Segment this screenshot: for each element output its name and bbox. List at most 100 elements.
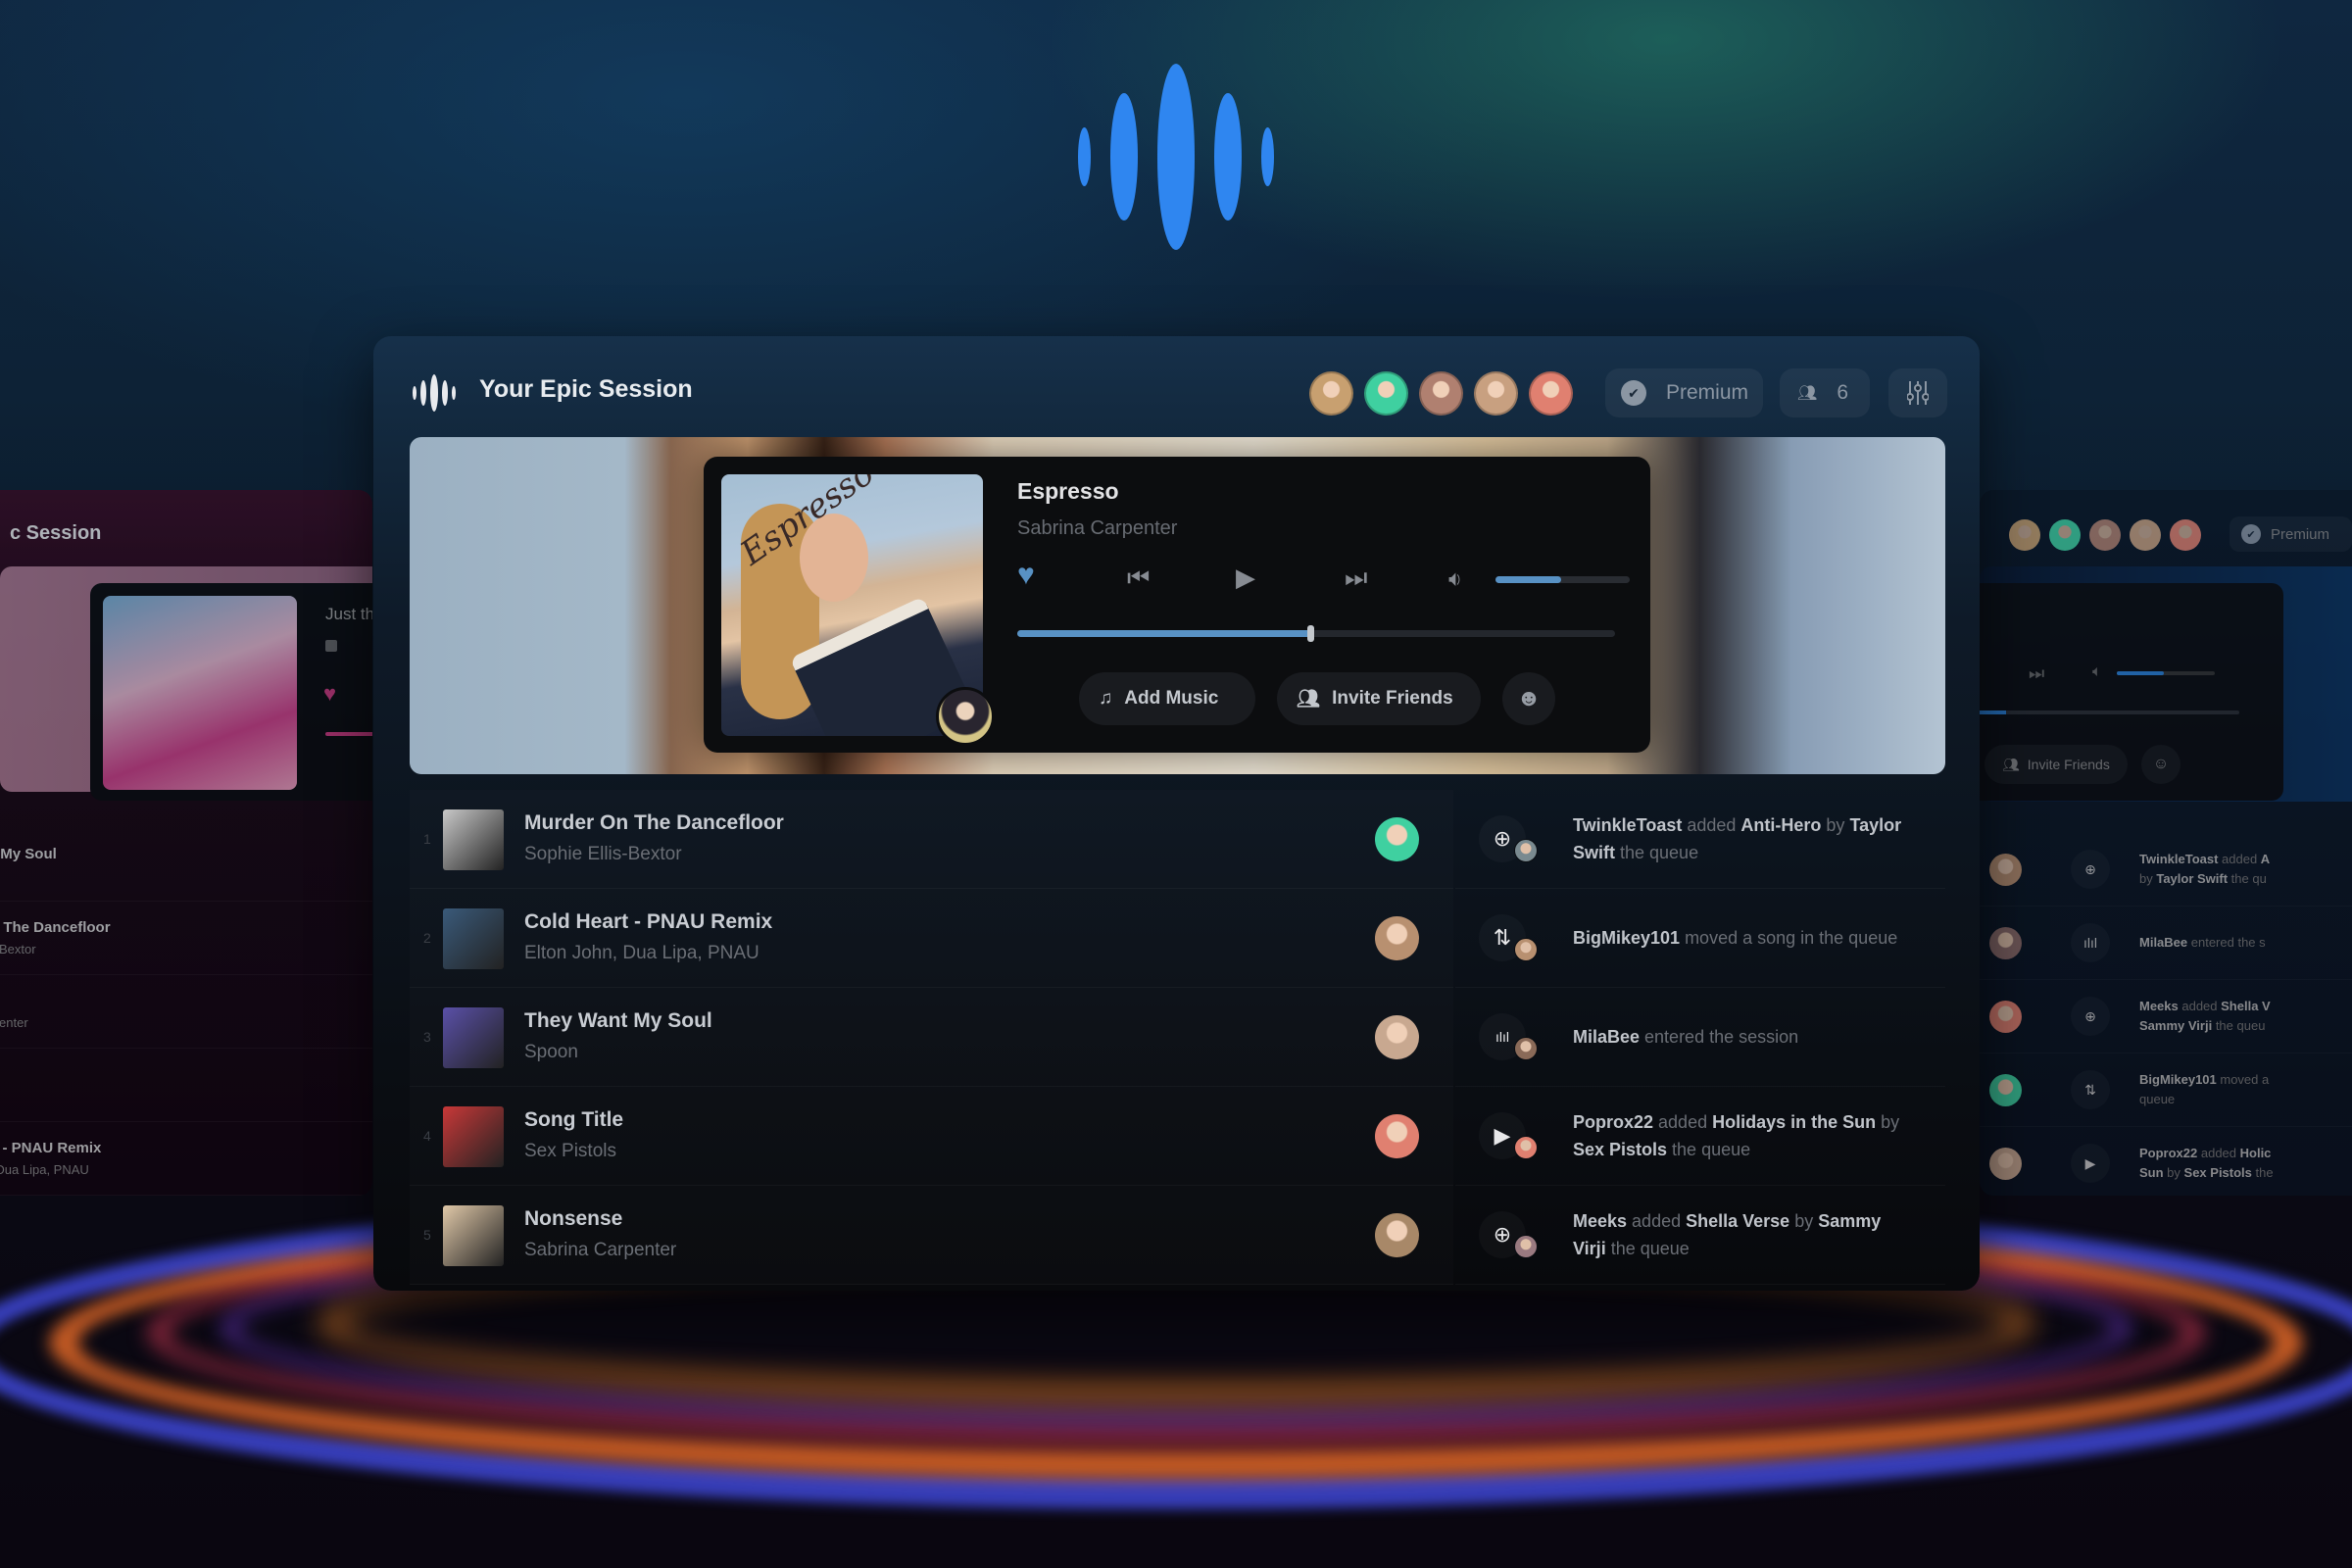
track-artist: Sophie Ellis-Bextor (524, 844, 682, 864)
added-by-avatar (1375, 817, 1419, 861)
track-number: 4 (423, 1128, 431, 1144)
track-title: Song Title (524, 1108, 624, 1131)
participant-avatar[interactable] (1419, 371, 1463, 416)
participant-avatar[interactable] (1529, 371, 1573, 416)
session-window: Your Epic Session ✔ Premium 👥︎ 6 Espress… (373, 336, 1980, 1291)
volume-slider[interactable] (1495, 576, 1630, 583)
progress-slider[interactable] (1017, 625, 1615, 642)
mute-button[interactable]: 🔉︎ (1448, 568, 1462, 590)
user-avatar (1989, 1073, 2022, 1106)
activity-item: ⊕ Meeks added Shella V Sammy Virji the que… (1980, 980, 2352, 1054)
participant-avatar[interactable] (1474, 371, 1518, 416)
added-by-avatar (1375, 1114, 1419, 1158)
progress-handle[interactable] (1306, 625, 1314, 642)
now-playing-hero: Espresso Espresso Sabrina Carpenter ♥ ⏮︎… (410, 437, 1945, 774)
track-title: Heart - PNAU Remix (0, 1140, 102, 1156)
queue-row: Heart - PNAU Remix John, Dua Lipa, PNAU (0, 1122, 372, 1196)
participant-avatar (2170, 519, 2201, 551)
progress-fill (1017, 630, 1310, 637)
added-by-avatar (1375, 1015, 1419, 1059)
music-note-icon: ♫ (1099, 688, 1113, 709)
verified-icon: ✔ (2241, 524, 2261, 544)
sliders-icon (1907, 381, 1929, 405)
track-title: Espresso (1017, 478, 1119, 504)
volume-icon: 🔈︎ (2092, 663, 2102, 680)
user-avatar (1514, 1235, 1538, 1258)
track-title: Murder On The Dancefloor (524, 811, 784, 834)
album-cover: Espresso (721, 474, 983, 736)
track-artist: Sex Pistols (524, 1141, 616, 1161)
activity-item: ⇅ BigMikey101 moved a queue (1980, 1054, 2352, 1127)
activity-item: ılıl MilaBee entered the s (1980, 906, 2352, 980)
like-button[interactable]: ♥ (1017, 561, 1035, 590)
participant-avatar[interactable] (1309, 371, 1353, 416)
activity-item: ⊕ TwinkleToast added Aby Taylor Swift the… (1980, 833, 2352, 906)
next-icon: ⏭ (2029, 663, 2045, 683)
activity-text: MilaBee entered the session (1573, 1027, 1799, 1047)
emoji-button[interactable]: ☻ (1502, 672, 1555, 725)
play-button[interactable]: ▶︎ (1236, 564, 1255, 590)
dj-avatar (936, 687, 995, 746)
track-number: 2 (423, 930, 431, 946)
activity-text: BigMikey101 moved a song in the queue (1573, 928, 1898, 948)
track-artwork (443, 1007, 504, 1068)
participant-avatar (2009, 519, 2040, 551)
participants-button[interactable]: 👥︎ 6 (1780, 368, 1870, 417)
activity-text: TwinkleToast added Anti-Hero by Taylor S… (1573, 815, 1902, 862)
queue-row[interactable]: 1 Murder On The Dancefloor Sophie Ellis-Be… (410, 790, 1453, 889)
users-icon: 👥︎ (2002, 756, 2020, 772)
users-icon: 👥︎ (1297, 689, 1321, 710)
verified-icon: ✔ (1621, 380, 1646, 406)
skip-next-icon: ⏭︎ (1345, 563, 1368, 592)
premium-button[interactable]: ✔ Premium (1605, 368, 1763, 417)
track-artist: Sabrina Carpenter (1017, 517, 1178, 539)
activity-item: ▶ Poprox22 added Holidays in the Sun by S… (1455, 1087, 1945, 1186)
skip-previous-icon: ⏮︎ (1127, 563, 1151, 592)
user-avatar (1989, 1147, 2022, 1180)
track-number: 5 (423, 1227, 431, 1243)
queue-row[interactable]: 4 Song Title Sex Pistols (410, 1087, 1453, 1186)
track-title: They Want My Soul (524, 1009, 712, 1032)
queue-row: Want My Soul (0, 828, 372, 902)
user-avatar (1514, 1037, 1538, 1060)
activity-text: Poprox22 added Holic Sun by Sex Pistols t… (2139, 1146, 2274, 1180)
volume-fill (1495, 576, 1562, 583)
participant-avatar (2089, 519, 2121, 551)
queue-row[interactable]: 3 They Want My Soul Spoon (410, 988, 1453, 1087)
track-title: Nonsense (524, 1207, 623, 1230)
queue-row[interactable]: 5 Nonsense Sabrina Carpenter (410, 1186, 1453, 1285)
settings-button[interactable] (1888, 368, 1947, 417)
added-by-avatar (1375, 916, 1419, 960)
track-artwork (443, 1205, 504, 1266)
user-avatar (1514, 1136, 1538, 1159)
track-artist: Spoon (524, 1042, 578, 1062)
users-icon: 👥︎ (1797, 385, 1818, 402)
panel-title: c Session (10, 521, 102, 544)
activity-icon: ▶ (2071, 1144, 2110, 1183)
queue-list: Want My Soul er On The Dancefloor e Ellis-… (0, 828, 372, 1196)
heart-icon: ♥ (1017, 559, 1035, 591)
activity-text: Meeks added Shella Verse by Sammy Virji … (1573, 1211, 1882, 1258)
activity-text: BigMikey101 moved a queue (2139, 1072, 2270, 1106)
premium-badge: ✔ Premium (2230, 516, 2352, 552)
add-music-button[interactable]: ♫ Add Music (1079, 672, 1255, 725)
activity-item: ▶ Poprox22 added Holic Sun by Sex Pistols … (1980, 1127, 2352, 1196)
heart-icon: ♥ (323, 681, 337, 706)
app-logo-icon (413, 373, 456, 413)
volume-icon: 🔉︎ (1448, 566, 1462, 591)
next-button[interactable]: ⏭︎ (1345, 564, 1367, 590)
activity-icon: ⊕ (2071, 997, 2110, 1036)
added-by-avatar (1375, 1213, 1419, 1257)
user-avatar (1514, 839, 1538, 862)
participant-avatar[interactable] (1364, 371, 1408, 416)
participant-avatar (2049, 519, 2081, 551)
invite-friends-button[interactable]: 👥︎ Invite Friends (1277, 672, 1481, 725)
background-session-panel-right: ✔ Premium ⏭ 🔈︎ 👥︎ Invite Friends ☺ ⊕ Twinkl… (1980, 490, 2352, 1196)
queue-row[interactable]: 2 Cold Heart - PNAU Remix Elton John, Dua … (410, 889, 1453, 988)
participant-avatar (2130, 519, 2161, 551)
track-artwork (443, 1106, 504, 1167)
track-artist: Elton John, Dua Lipa, PNAU (524, 943, 760, 963)
track-title: Cold Heart - PNAU Remix (524, 910, 773, 933)
previous-button[interactable]: ⏮︎ (1127, 564, 1150, 590)
activity-item: ⊕ TwinkleToast added Anti-Hero by Taylor … (1455, 790, 1945, 889)
